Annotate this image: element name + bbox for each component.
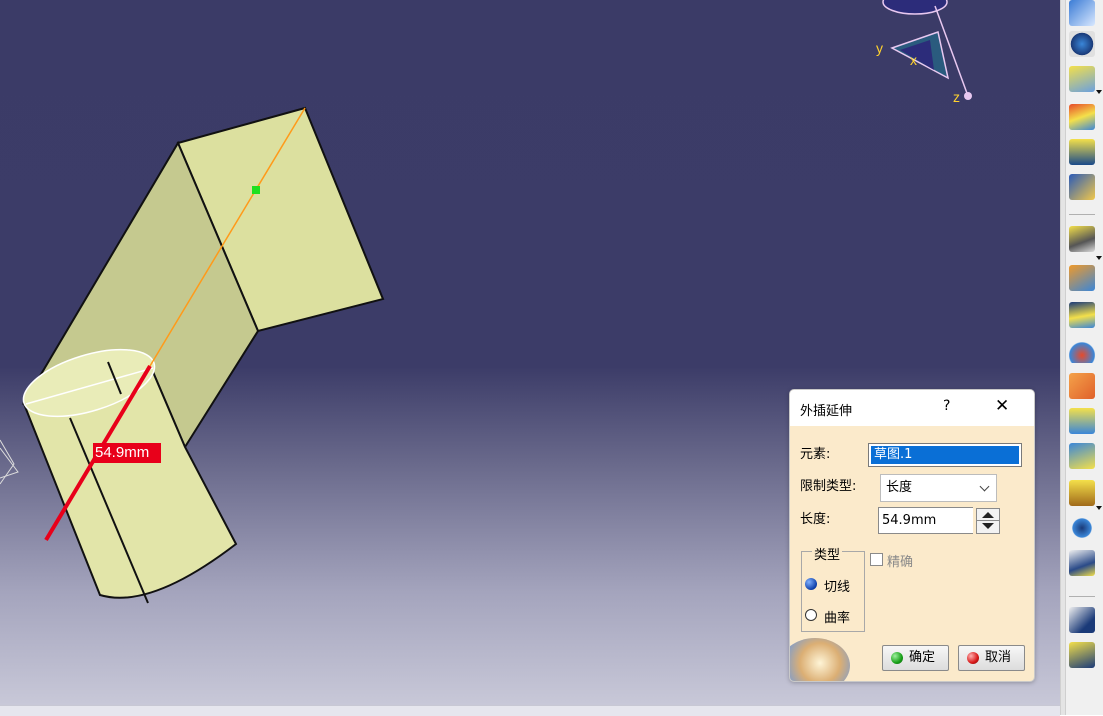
extrapolate-dialog: 外插延伸 ? ✕ 元素: 草图.1 限制类型: 长度 长度: 54.9mm 类型… xyxy=(789,389,1035,682)
compass-x-label: x xyxy=(910,52,917,68)
translate-icon[interactable] xyxy=(1069,408,1095,434)
fillet-dropdown-icon[interactable] xyxy=(1096,506,1102,510)
scaling-icon[interactable] xyxy=(1069,515,1095,541)
close-button[interactable]: ✕ xyxy=(995,396,1009,416)
toolbar-separator xyxy=(1069,214,1095,215)
toolbar-separator-2 xyxy=(1069,596,1095,597)
type-group-label: 类型 xyxy=(812,544,843,563)
ok-icon xyxy=(891,652,903,664)
curvature-label[interactable]: 曲率 xyxy=(824,607,850,626)
precise-checkbox[interactable] xyxy=(870,553,883,566)
offset-surface-icon[interactable] xyxy=(1069,302,1095,328)
shape-fillet-icon[interactable] xyxy=(1069,480,1095,506)
length-spinner[interactable] xyxy=(976,508,1000,534)
rotate-icon[interactable] xyxy=(1069,443,1095,469)
tangent-radio[interactable] xyxy=(805,578,817,590)
trim-icon[interactable] xyxy=(1069,265,1095,291)
spin-down-icon[interactable] xyxy=(982,523,994,529)
extract-dropdown-icon[interactable] xyxy=(1096,90,1102,94)
element-field[interactable]: 草图.1 xyxy=(868,443,1022,467)
ok-label: 确定 xyxy=(909,650,936,665)
cancel-label: 取消 xyxy=(985,650,1012,665)
limit-type-value: 长度 xyxy=(886,480,913,495)
extract-icon[interactable] xyxy=(1069,66,1095,92)
spin-up-icon[interactable] xyxy=(982,512,994,518)
boundary-icon[interactable] xyxy=(1069,337,1095,363)
length-input[interactable]: 54.9mm xyxy=(878,507,973,534)
tangent-label[interactable]: 切线 xyxy=(824,576,850,595)
compass-z-label: z xyxy=(953,89,960,105)
midpoint-handle[interactable] xyxy=(252,186,260,194)
toolbar-grip[interactable] xyxy=(1061,0,1066,715)
split-icon[interactable] xyxy=(1069,226,1095,252)
dialog-decoration xyxy=(790,638,850,681)
split-dropdown-icon[interactable] xyxy=(1096,256,1102,260)
healing-icon[interactable] xyxy=(1069,31,1095,57)
compass-y-label: y xyxy=(876,40,883,56)
surface-icon[interactable] xyxy=(1069,642,1095,668)
help-button[interactable]: ? xyxy=(943,398,950,414)
cancel-icon xyxy=(967,652,979,664)
element-value: 草图.1 xyxy=(871,446,1019,464)
blend-icon[interactable] xyxy=(1069,139,1095,165)
dialog-title: 外插延伸 xyxy=(800,404,853,419)
dimension-label[interactable]: 54.9mm xyxy=(93,443,161,463)
fill-icon[interactable] xyxy=(1069,104,1095,130)
ok-button[interactable]: 确定 xyxy=(882,645,949,671)
join-surface-icon[interactable] xyxy=(1069,0,1095,26)
element-label: 元素: xyxy=(800,447,831,462)
right-toolbar xyxy=(1060,0,1103,715)
precise-label[interactable]: 精确 xyxy=(887,551,913,570)
sketch-icon[interactable] xyxy=(1069,550,1095,576)
chevron-down-icon xyxy=(979,481,990,492)
length-label: 长度: xyxy=(800,512,831,527)
extrapolate-icon[interactable] xyxy=(1069,373,1095,399)
sweep-icon[interactable] xyxy=(1069,174,1095,200)
limit-type-label: 限制类型: xyxy=(800,479,857,494)
cancel-button[interactable]: 取消 xyxy=(958,645,1025,671)
spinner-divider xyxy=(977,520,999,521)
curvature-radio[interactable] xyxy=(805,609,817,621)
status-strip xyxy=(0,705,1060,716)
spline-icon[interactable] xyxy=(1069,607,1095,633)
limit-type-select[interactable]: 长度 xyxy=(880,474,997,502)
axis-marker-fragment xyxy=(0,439,19,485)
